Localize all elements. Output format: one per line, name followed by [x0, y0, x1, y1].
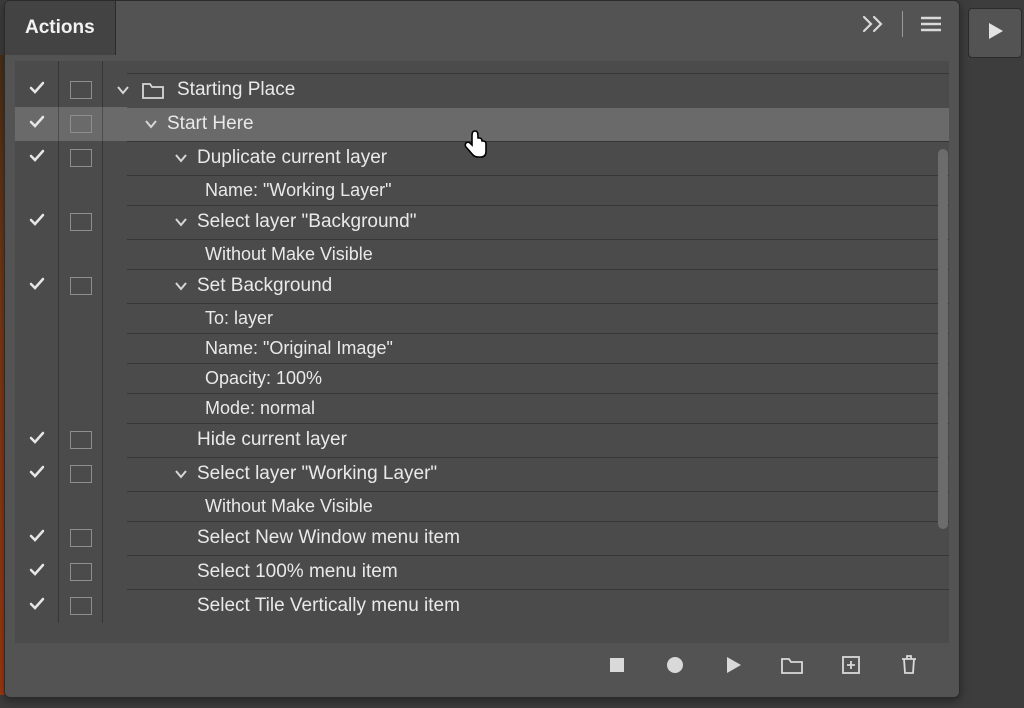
step-label: Duplicate current layer	[191, 147, 387, 169]
action-set-label: Starting Place	[171, 79, 295, 101]
action-step-detail: Mode: normal	[15, 393, 949, 423]
toggle-enabled-icon[interactable]	[28, 113, 46, 136]
chevron-down-icon[interactable]	[171, 150, 191, 166]
step-detail-text: Opacity: 100%	[199, 368, 322, 388]
actions-panel: Actions	[4, 0, 960, 698]
stop-button[interactable]	[607, 655, 627, 675]
panel-header-controls	[862, 1, 959, 37]
step-detail-text: Mode: normal	[199, 398, 315, 418]
toggle-dialog-icon[interactable]	[70, 81, 92, 99]
step-detail-text: To: layer	[199, 308, 273, 328]
step-detail-text: Name: "Original Image"	[199, 338, 393, 358]
toggle-enabled-icon[interactable]	[28, 561, 46, 584]
toggle-enabled-icon[interactable]	[28, 463, 46, 486]
action-step-row[interactable]: Select New Window menu item	[15, 521, 949, 555]
action-step-row[interactable]: Duplicate current layer	[15, 141, 949, 175]
action-step-detail: Name: "Original Image"	[15, 333, 949, 363]
collapse-panels-icon[interactable]	[862, 14, 886, 34]
toggle-enabled-icon[interactable]	[28, 275, 46, 298]
action-step-detail: Without Make Visible	[15, 239, 949, 269]
toggle-dialog-icon[interactable]	[70, 465, 92, 483]
divider	[902, 11, 903, 37]
toggle-dialog-icon[interactable]	[70, 213, 92, 231]
step-label: Select Tile Vertically menu item	[191, 595, 460, 617]
list-row-partial	[15, 61, 949, 73]
toggle-dialog-icon[interactable]	[70, 597, 92, 615]
chevron-down-icon[interactable]	[171, 466, 191, 482]
toggle-dialog-icon[interactable]	[70, 115, 92, 133]
step-label: Select New Window menu item	[191, 527, 460, 549]
panel-menu-icon[interactable]	[919, 14, 943, 34]
action-step-row[interactable]: Select layer "Working Layer"	[15, 457, 949, 491]
toggle-enabled-icon[interactable]	[28, 595, 46, 618]
scrollbar-thumb[interactable]	[938, 149, 948, 529]
toggle-enabled-icon[interactable]	[28, 147, 46, 170]
folder-icon	[141, 80, 165, 100]
chevron-down-icon[interactable]	[113, 82, 133, 98]
chevron-down-icon[interactable]	[171, 278, 191, 294]
toggle-enabled-icon[interactable]	[28, 527, 46, 550]
new-action-button[interactable]	[841, 655, 861, 675]
actions-toolbar	[15, 643, 949, 687]
delete-button[interactable]	[899, 654, 919, 676]
action-step-row[interactable]: Set Background	[15, 269, 949, 303]
step-label: Select 100% menu item	[191, 561, 398, 583]
toggle-enabled-icon[interactable]	[28, 429, 46, 452]
step-detail-text: Without Make Visible	[199, 496, 373, 516]
record-button[interactable]	[665, 655, 685, 675]
new-set-button[interactable]	[781, 655, 803, 675]
step-detail-text: Name: "Working Layer"	[199, 180, 392, 200]
toggle-dialog-icon[interactable]	[70, 431, 92, 449]
action-step-detail: To: layer	[15, 303, 949, 333]
toggle-enabled-icon[interactable]	[28, 79, 46, 102]
action-step-row[interactable]: Hide current layer	[15, 423, 949, 457]
step-detail-text: Without Make Visible	[199, 244, 373, 264]
action-row[interactable]: Start Here	[15, 107, 949, 141]
action-label: Start Here	[161, 113, 254, 135]
action-step-row[interactable]: Select layer "Background"	[15, 205, 949, 239]
step-label: Set Background	[191, 275, 332, 297]
step-label: Hide current layer	[191, 429, 347, 451]
play-button[interactable]	[723, 655, 743, 675]
toggle-dialog-icon[interactable]	[70, 563, 92, 581]
toggle-dialog-icon[interactable]	[70, 149, 92, 167]
chevron-down-icon[interactable]	[141, 116, 161, 132]
toggle-dialog-icon[interactable]	[70, 529, 92, 547]
play-panel-button[interactable]	[968, 8, 1022, 58]
action-step-detail: Without Make Visible	[15, 491, 949, 521]
actions-tab[interactable]: Actions	[5, 1, 116, 55]
toggle-enabled-icon[interactable]	[28, 211, 46, 234]
action-step-row[interactable]: Select Tile Vertically menu item	[15, 589, 949, 623]
play-icon	[983, 19, 1007, 48]
actions-list: Starting Place Start Here	[15, 61, 949, 643]
step-label: Select layer "Working Layer"	[191, 463, 437, 485]
panel-header: Actions	[5, 1, 959, 55]
action-step-detail: Opacity: 100%	[15, 363, 949, 393]
action-set-row[interactable]: Starting Place	[15, 73, 949, 107]
action-step-detail: Name: "Working Layer"	[15, 175, 949, 205]
chevron-down-icon[interactable]	[171, 214, 191, 230]
toggle-dialog-icon[interactable]	[70, 277, 92, 295]
step-label: Select layer "Background"	[191, 211, 416, 233]
action-step-row[interactable]: Select 100% menu item	[15, 555, 949, 589]
panel-title: Actions	[25, 17, 95, 39]
scrollbar[interactable]	[938, 149, 948, 569]
